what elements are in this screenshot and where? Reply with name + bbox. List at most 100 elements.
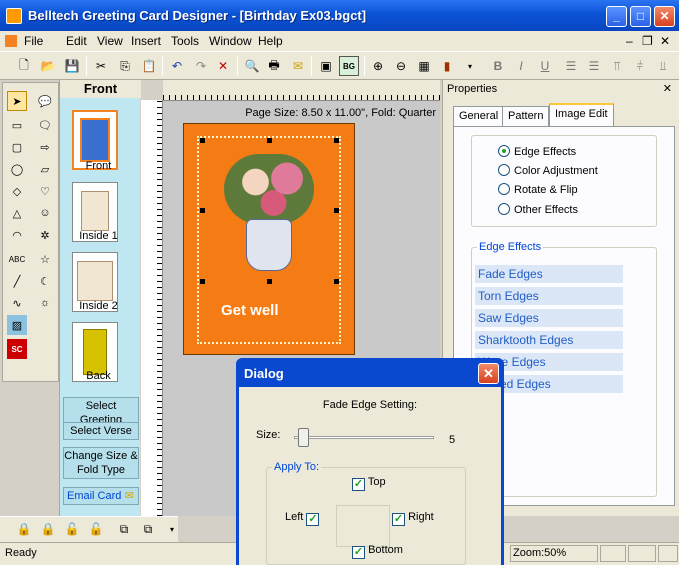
bring-forward-icon[interactable]: ⧉ [114,519,134,539]
background-icon[interactable]: BG [339,56,359,76]
mdi-close-icon[interactable]: ✕ [660,34,670,48]
resize-grip[interactable] [658,545,678,562]
tab-image-edit[interactable]: Image Edit [549,103,614,126]
selection-handle[interactable] [200,138,205,143]
greeting-card[interactable]: Get well [183,123,355,355]
diamond-icon[interactable]: ◇ [7,181,27,201]
underline-icon[interactable]: U [535,56,555,76]
selection-handle[interactable] [267,279,272,284]
line-icon[interactable]: ╱ [7,271,27,291]
radio-rotate-flip[interactable]: Rotate & Flip [498,183,578,196]
toolbar-overflow-icon[interactable]: ▾ [460,56,480,76]
ellipse-icon[interactable]: ◯ [7,159,27,179]
cut-icon[interactable]: ✂ [91,56,111,76]
smiley-icon[interactable]: ☺ [35,203,55,223]
menu-file[interactable]: File [24,34,43,48]
menu-window[interactable]: Window [209,34,252,48]
lock-icon[interactable]: 🔒 [14,519,34,539]
open-icon[interactable]: 📂 [38,56,58,76]
align-top-icon[interactable]: ⫪ [607,56,627,76]
rectangle-icon[interactable]: ▭ [7,115,27,135]
selection-handle[interactable] [267,138,272,143]
italic-icon[interactable]: I [511,56,531,76]
menu-tools[interactable]: Tools [171,34,199,48]
arrow-right-icon[interactable]: ⇨ [35,137,55,157]
email-icon[interactable]: ✉ [288,56,308,76]
close-panel-icon[interactable]: ✕ [663,82,672,95]
text-tool-icon[interactable]: ABC [7,249,27,269]
minimize-button[interactable]: _ [606,6,627,27]
selection-handle[interactable] [334,208,339,213]
effect-saw-edges[interactable]: Saw Edges [475,309,623,327]
page-setup-icon[interactable]: ▣ [316,56,336,76]
size-slider-thumb[interactable] [298,428,309,447]
effect-fade-edges[interactable]: Fade Edges [475,265,623,283]
heart-icon[interactable]: ♡ [35,181,55,201]
roses-image[interactable] [224,154,314,224]
zoom-in-icon[interactable]: ⊕ [368,56,388,76]
star-icon[interactable]: ☆ [35,249,55,269]
arc-icon[interactable]: ◠ [7,225,27,245]
bold-icon[interactable]: B [488,56,508,76]
checkbox-right[interactable]: ✓ Right [392,511,434,526]
radio-edge-effects[interactable]: Edge Effects [498,145,576,158]
selection-handle[interactable] [334,138,339,143]
callout-icon[interactable]: 🗨 [35,115,55,135]
select-verse-button[interactable]: Select Verse [63,422,139,440]
menu-help[interactable]: Help [258,34,283,48]
rounded-rect-icon[interactable]: ▢ [7,137,27,157]
toolbar-overflow-icon[interactable]: ▾ [162,519,182,539]
card-text[interactable]: Get well [221,302,279,319]
image-icon[interactable]: ▨ [7,315,27,335]
mdi-minimize-icon[interactable]: – [626,34,633,48]
radio-other-effects[interactable]: Other Effects [498,203,578,216]
zoom-out-icon[interactable]: ⊖ [391,56,411,76]
close-button[interactable]: ✕ [654,6,675,27]
effect-torn-edges[interactable]: Torn Edges [475,287,623,305]
banner-icon[interactable]: ▱ [35,159,55,179]
print-preview-icon[interactable]: 🔍 [242,56,262,76]
copy-icon[interactable]: ⎘ [115,56,135,76]
redo-icon[interactable]: ↷ [191,56,211,76]
mdi-restore-icon[interactable]: ❐ [642,34,653,48]
curve-icon[interactable]: ∿ [7,293,27,313]
radio-color-adjustment[interactable]: Color Adjustment [498,164,598,177]
align-left-icon[interactable]: ☰ [561,56,581,76]
align-bottom-icon[interactable]: ⫫ [653,56,673,76]
tab-pattern[interactable]: Pattern [502,106,550,126]
moon-icon[interactable]: ☾ [35,271,55,291]
sun-icon[interactable]: ☼ [35,293,55,313]
checkbox-bottom[interactable]: ✓ Bottom [352,544,403,559]
print-icon[interactable]: 🖶 [264,56,284,76]
triangle-icon[interactable]: △ [7,203,27,223]
speech-bubble-icon[interactable]: 💬 [35,91,55,111]
gear-shape-icon[interactable]: ✲ [35,225,55,245]
menu-view[interactable]: View [97,34,123,48]
effect-sharktooth-edges[interactable]: Sharktooth Edges [475,331,623,349]
selection-handle[interactable] [200,279,205,284]
book-icon[interactable]: ▮ [437,56,457,76]
delete-icon[interactable]: ✕ [213,56,233,76]
email-card-button[interactable]: Email Card ✉ [63,487,139,505]
selection-handle[interactable] [200,208,205,213]
clipart-icon[interactable]: SC [7,339,27,359]
save-icon[interactable]: 💾 [62,56,82,76]
lock-all-icon[interactable]: 🔒 [38,519,58,539]
align-center-icon[interactable]: ☰ [584,56,604,76]
align-middle-icon[interactable]: ⫩ [630,56,650,76]
dialog-close-button[interactable]: ✕ [478,363,499,384]
new-icon[interactable]: 🗋 [14,56,34,76]
checkbox-left[interactable]: Left ✓ [285,511,320,526]
tab-general[interactable]: General [453,106,505,126]
unlock-all-icon[interactable]: 🔓 [86,519,106,539]
checkbox-top[interactable]: ✓ Top [352,476,386,491]
undo-icon[interactable]: ↶ [167,56,187,76]
selection-handle[interactable] [334,279,339,284]
pointer-icon[interactable]: ➤ [7,91,27,111]
grid-icon[interactable]: ▦ [414,56,434,76]
size-slider-track[interactable] [294,436,434,439]
unlock-icon[interactable]: 🔓 [62,519,82,539]
maximize-button[interactable]: □ [630,6,651,27]
change-size-button[interactable]: Change Size & Fold Type [63,447,139,479]
menu-insert[interactable]: Insert [131,34,161,48]
